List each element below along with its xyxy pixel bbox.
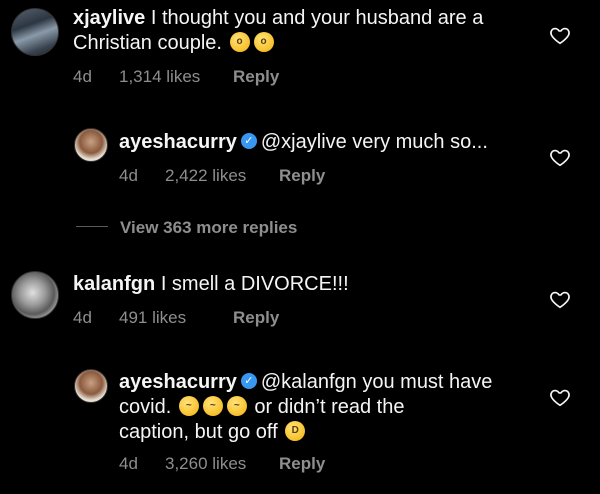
comment-meta: 4d 1,314 likes Reply — [73, 67, 279, 87]
comment-xjaylive: xjaylive I thought you and your husband … — [73, 6, 543, 56]
woozy-face-emoji: ~ — [226, 396, 247, 417]
username-ayeshacurry[interactable]: ayeshacurry — [119, 371, 237, 393]
woozy-face-emoji: ~ — [178, 396, 199, 417]
comment-meta: 4d 491 likes Reply — [73, 308, 279, 328]
comment-text: or didn’t read the — [254, 396, 405, 418]
heart-icon[interactable] — [549, 288, 571, 310]
comment-text: I thought you and your husband are a — [150, 7, 484, 29]
view-more-replies[interactable]: View 363 more replies — [76, 218, 297, 238]
woozy-face-emoji: ~ — [202, 396, 223, 417]
avatar-kalanfgn[interactable] — [11, 271, 59, 319]
heart-icon[interactable] — [549, 146, 571, 168]
heart-icon[interactable] — [549, 24, 571, 46]
avatar-ayeshacurry[interactable] — [74, 128, 108, 162]
avatar-ayeshacurry[interactable] — [74, 369, 108, 403]
hushed-face-emoji: o — [229, 32, 250, 53]
username-xjaylive[interactable]: xjaylive — [73, 7, 145, 29]
reply-button[interactable]: Reply — [279, 454, 325, 473]
username-kalanfgn[interactable]: kalanfgn — [73, 273, 155, 295]
comment-meta: 4d 3,260 likes Reply — [119, 454, 325, 474]
comment-time: 4d — [73, 67, 92, 86]
likes-count[interactable]: 3,260 likes — [165, 454, 279, 474]
comment-kalanfgn: kalanfgn I smell a DIVORCE!!! — [73, 272, 543, 297]
likes-count[interactable]: 491 likes — [119, 308, 233, 328]
comment-ayeshacurry: ayeshacurry ✓ @xjaylive very much so... — [119, 130, 539, 155]
reply-button[interactable]: Reply — [233, 67, 279, 86]
username-ayeshacurry[interactable]: ayeshacurry — [119, 131, 237, 153]
likes-count[interactable]: 1,314 likes — [119, 67, 233, 87]
comment-text: covid. — [119, 396, 172, 418]
likes-count[interactable]: 2,422 likes — [165, 166, 279, 186]
comment-text: caption, but go off — [119, 421, 278, 443]
verified-badge-icon: ✓ — [240, 133, 257, 150]
rofl-emoji: D — [285, 421, 306, 442]
comment-time: 4d — [119, 454, 138, 473]
divider-line — [76, 226, 108, 228]
heart-icon[interactable] — [549, 386, 571, 408]
comment-time: 4d — [73, 308, 92, 327]
comment-meta: 4d 2,422 likes Reply — [119, 166, 325, 186]
avatar-xjaylive[interactable] — [11, 8, 59, 56]
comment-text: Christian couple. — [73, 32, 222, 54]
verified-badge-icon: ✓ — [240, 373, 257, 390]
view-more-label[interactable]: View 363 more replies — [120, 218, 297, 237]
comment-time: 4d — [119, 166, 138, 185]
reply-button[interactable]: Reply — [279, 166, 325, 185]
comment-text: @kalanfgn you must have — [260, 371, 493, 393]
comment-text: @xjaylive very much so... — [260, 131, 488, 153]
comment-text: I smell a DIVORCE!!! — [160, 273, 349, 295]
reply-button[interactable]: Reply — [233, 308, 279, 327]
comment-ayeshacurry: ayeshacurry ✓ @kalanfgn you must have covi… — [119, 370, 539, 445]
hushed-face-emoji: o — [253, 32, 274, 53]
